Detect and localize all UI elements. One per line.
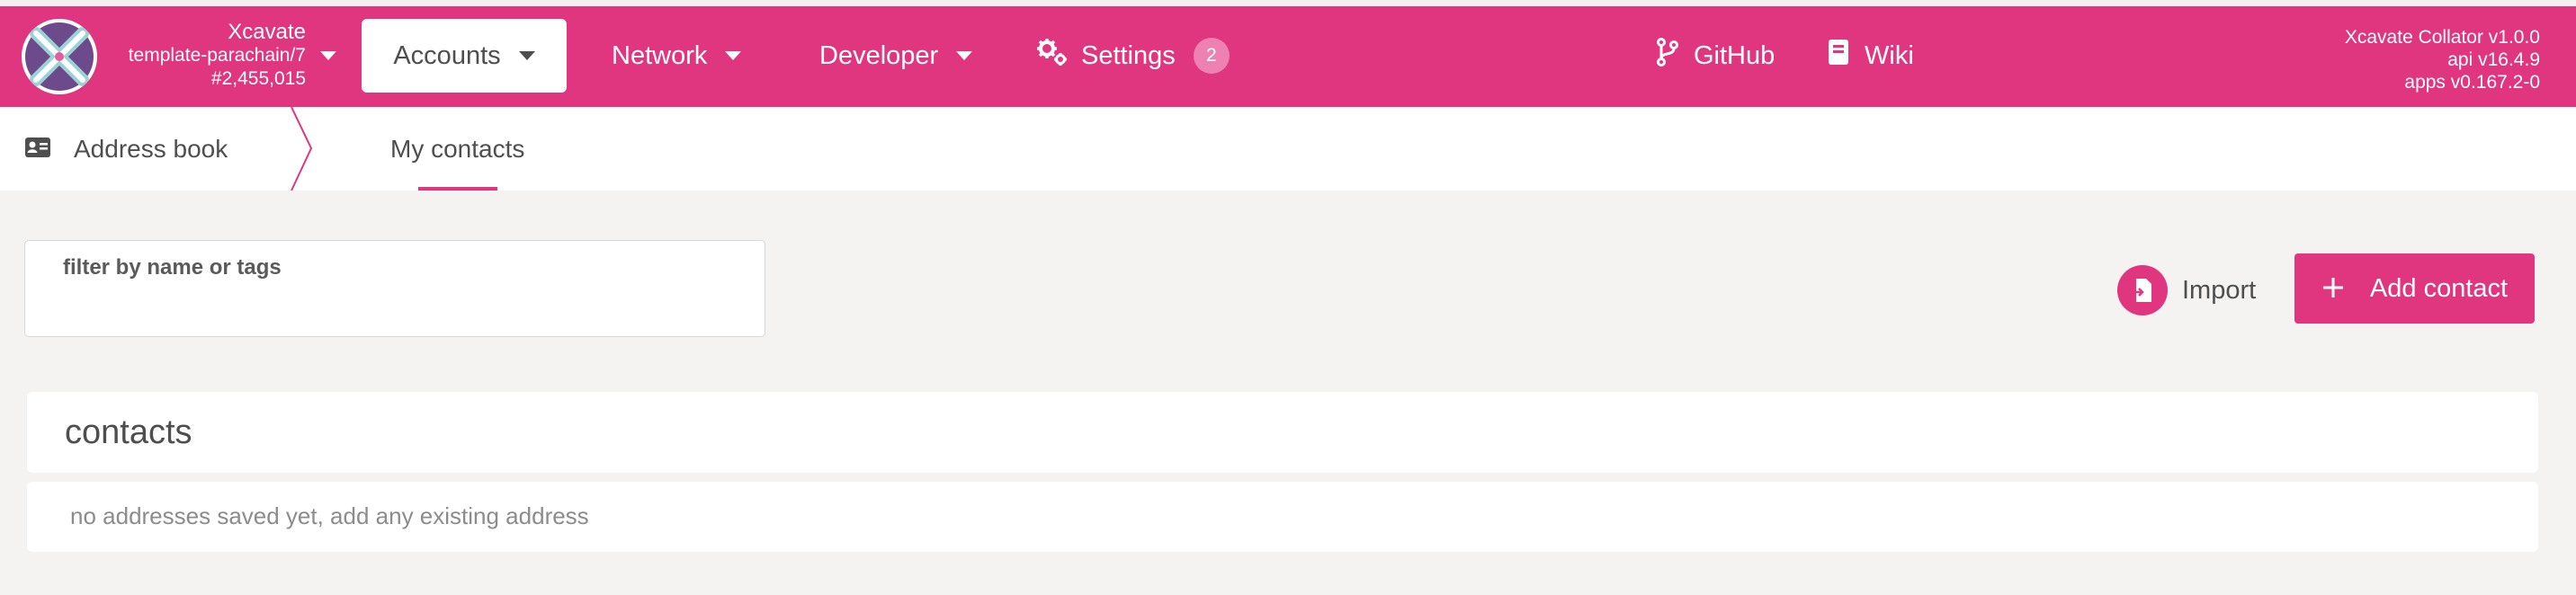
nav-github[interactable]: GitHub bbox=[1656, 19, 1775, 93]
gears-icon bbox=[1036, 38, 1069, 74]
filter-label: filter by name or tags bbox=[63, 255, 282, 280]
settings-badge: 2 bbox=[1193, 38, 1230, 74]
tab-address-book[interactable]: Address book bbox=[25, 107, 228, 191]
nav-settings[interactable]: Settings 2 bbox=[1036, 19, 1230, 93]
address-card-icon bbox=[25, 135, 50, 164]
nav-settings-label: Settings bbox=[1081, 40, 1176, 70]
nav-network[interactable]: Network bbox=[612, 19, 742, 93]
contacts-empty-row: no addresses saved yet, add any existing… bbox=[27, 482, 2538, 552]
contacts-table-header: contacts bbox=[27, 392, 2538, 473]
chevron-down-icon[interactable] bbox=[320, 51, 336, 60]
collator-version: Xcavate Collator v1.0.0 bbox=[2344, 27, 2540, 48]
api-version: api v16.4.9 bbox=[2447, 49, 2540, 70]
empty-message: no addresses saved yet, add any existing… bbox=[70, 502, 589, 529]
nav-accounts[interactable]: Accounts bbox=[362, 19, 567, 93]
import-button[interactable]: Import bbox=[2117, 263, 2256, 317]
filter-input[interactable] bbox=[63, 288, 732, 325]
breadcrumb-separator-icon bbox=[291, 107, 313, 191]
book-icon bbox=[1827, 39, 1850, 73]
nav-wiki[interactable]: Wiki bbox=[1827, 19, 1914, 93]
version-info: Xcavate Collator v1.0.0 api v16.4.9 apps… bbox=[2345, 26, 2540, 93]
apps-version: apps v0.167.2-0 bbox=[2404, 72, 2540, 93]
chain-spec: template-parachain/7 bbox=[128, 45, 306, 66]
code-branch-icon bbox=[1656, 38, 1679, 74]
chevron-down-icon bbox=[725, 51, 742, 60]
nav-github-label: GitHub bbox=[1694, 40, 1775, 70]
contacts-title: contacts bbox=[65, 413, 192, 451]
chain-name: Xcavate bbox=[228, 20, 306, 44]
file-import-icon bbox=[2117, 265, 2168, 315]
nav-network-label: Network bbox=[612, 40, 708, 70]
top-navigation-bar: Xcavate template-parachain/7 #2,455,015 … bbox=[0, 6, 2576, 107]
plus-icon bbox=[2321, 271, 2345, 306]
nav-accounts-label: Accounts bbox=[393, 40, 501, 70]
add-contact-button[interactable]: Add contact bbox=[2294, 253, 2535, 324]
chain-block-number: #2,455,015 bbox=[210, 68, 306, 89]
tab-my-contacts-label: My contacts bbox=[390, 134, 525, 163]
nav-developer-label: Developer bbox=[819, 40, 939, 70]
nav-wiki-label: Wiki bbox=[1865, 40, 1914, 70]
chevron-down-icon bbox=[518, 51, 535, 60]
import-label: Import bbox=[2182, 275, 2257, 305]
add-contact-label: Add contact bbox=[2369, 273, 2509, 303]
chain-selector[interactable]: Xcavate template-parachain/7 #2,455,015 bbox=[108, 21, 306, 91]
active-tab-indicator bbox=[418, 187, 497, 191]
filter-field[interactable]: filter by name or tags bbox=[24, 240, 765, 337]
sub-navigation-tabs: Address book My contacts bbox=[0, 107, 2576, 191]
nav-developer[interactable]: Developer bbox=[819, 19, 973, 93]
tab-my-contacts[interactable]: My contacts bbox=[390, 107, 524, 191]
xcavate-logo-icon[interactable] bbox=[22, 19, 97, 94]
tab-address-book-label: Address book bbox=[74, 134, 228, 163]
chevron-down-icon bbox=[956, 51, 973, 60]
